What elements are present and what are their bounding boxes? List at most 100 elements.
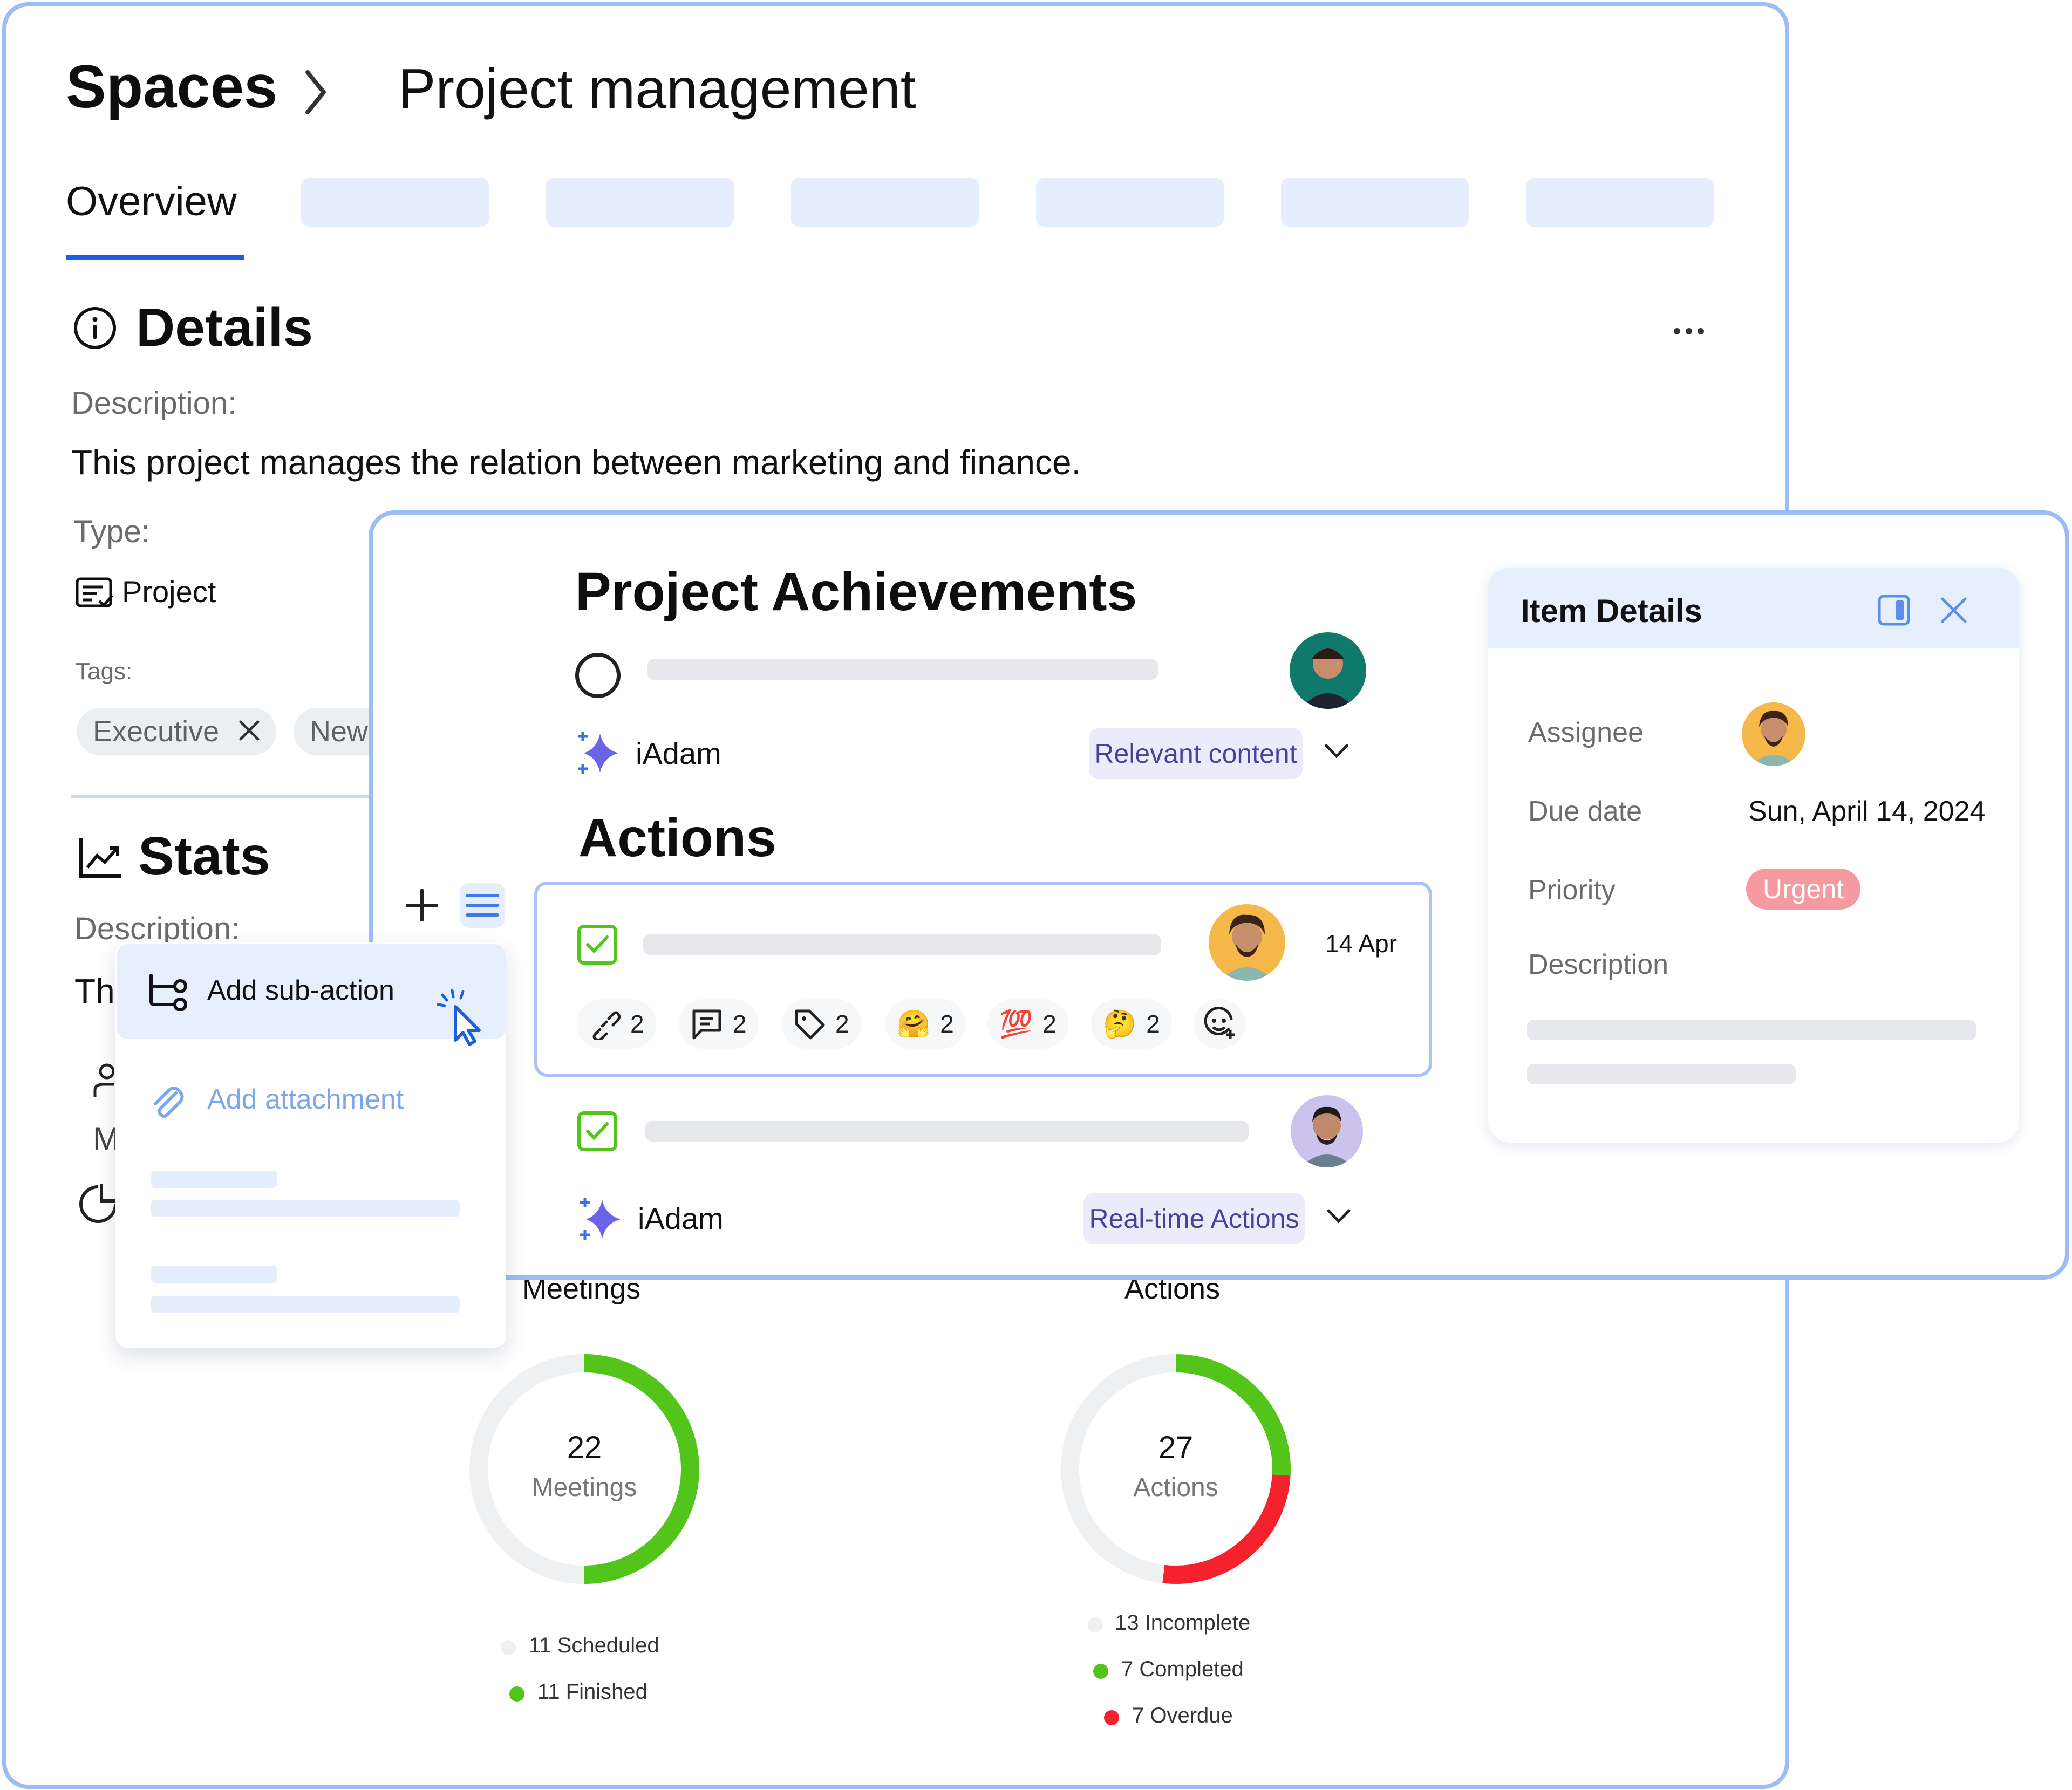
item-details-panel — [1488, 568, 2019, 1143]
hundred-points-emoji-icon: 💯 — [999, 1008, 1033, 1039]
actions-donut-chart — [1061, 1354, 1291, 1584]
tags-label: Tags: — [76, 658, 133, 685]
tag-executive[interactable]: Executive — [77, 708, 276, 755]
add-icon[interactable] — [405, 889, 439, 924]
achievement-status-circle[interactable] — [575, 653, 621, 698]
menu-placeholder — [151, 1171, 277, 1188]
check-icon — [586, 935, 609, 954]
tab-placeholder[interactable] — [1281, 178, 1469, 227]
cursor-click-icon — [436, 988, 482, 1049]
real-time-actions-tag[interactable]: Real-time Actions — [1083, 1193, 1305, 1244]
description-placeholder — [1527, 1064, 1796, 1084]
tag-label: Executive — [93, 715, 220, 748]
chevron-down-icon[interactable] — [1324, 743, 1349, 762]
assistant-name: iAdam — [636, 736, 721, 770]
priority-badge[interactable]: Urgent — [1746, 869, 1860, 910]
add-reaction-button[interactable] — [1194, 999, 1245, 1049]
description-text: This project manages the relation betwee… — [71, 443, 1081, 482]
paperclip-icon — [150, 1085, 185, 1123]
page-title: Project management — [398, 58, 916, 120]
legend-overdue: 7 Overdue — [1132, 1704, 1233, 1727]
achievement-text-placeholder — [648, 659, 1158, 680]
legend-dot-finished — [509, 1686, 524, 1702]
avatar-assignee-2[interactable] — [1209, 904, 1285, 981]
donut-segment-incomplete — [1061, 1354, 1176, 1583]
assistant-name: iAdam — [638, 1201, 724, 1235]
assignee-avatar[interactable] — [1742, 702, 1805, 766]
reaction-hugging-chip[interactable]: 🤗 2 — [885, 999, 966, 1049]
actions-total: 27 — [1158, 1430, 1194, 1465]
type-value: Project — [122, 575, 216, 609]
info-icon — [72, 305, 118, 353]
reaction-hundred-chip[interactable]: 💯 2 — [987, 999, 1068, 1049]
action-text-placeholder — [643, 934, 1161, 955]
tag-icon — [795, 1009, 825, 1040]
ai-sparkle-icon — [575, 730, 621, 778]
stats-description-text: Th — [74, 972, 115, 1010]
legend-scheduled: 11 Scheduled — [529, 1634, 659, 1657]
relevant-content-tag[interactable]: Relevant content — [1089, 728, 1303, 779]
achievements-title: Project Achievements — [575, 562, 1137, 622]
remove-tag-icon[interactable] — [237, 719, 261, 745]
comment-icon — [692, 1009, 721, 1040]
tags-chip[interactable]: 2 — [781, 999, 861, 1049]
chip-count: 2 — [630, 1010, 644, 1038]
list-icon — [466, 894, 499, 917]
menu-placeholder — [151, 1200, 460, 1217]
due-date-label: Due date — [1528, 796, 1642, 827]
description-placeholder — [1527, 1020, 1976, 1040]
chip-count: 2 — [940, 1010, 954, 1038]
action-text-placeholder — [645, 1121, 1249, 1142]
chip-count: 2 — [733, 1010, 747, 1038]
tab-placeholder[interactable] — [1036, 178, 1224, 227]
tab-placeholder[interactable] — [1526, 178, 1714, 227]
type-label: Type: — [73, 514, 150, 549]
legend-dot-incomplete — [1088, 1617, 1103, 1632]
panel-toggle-icon[interactable] — [1878, 595, 1910, 628]
legend-finished: 11 Finished — [537, 1680, 648, 1704]
close-icon[interactable] — [1940, 597, 1967, 626]
tab-placeholder[interactable] — [546, 178, 734, 227]
section-divider — [71, 795, 373, 798]
menu-item-label: Add sub-action — [207, 975, 394, 1006]
legend-incomplete: 13 Incomplete — [1115, 1611, 1251, 1635]
legend-completed: 7 Completed — [1121, 1657, 1244, 1681]
project-type-icon — [76, 577, 114, 612]
tab-active-underline — [66, 255, 244, 260]
donut-segment-scheduled — [469, 1354, 585, 1584]
tab-placeholder[interactable] — [791, 178, 979, 227]
stats-description-label: Description: — [74, 911, 240, 946]
tab-placeholder[interactable] — [301, 178, 489, 227]
action-due-date: 14 Apr — [1325, 930, 1397, 958]
ai-sparkle-icon — [577, 1197, 623, 1245]
legend-dot-scheduled — [501, 1640, 516, 1655]
item-details-title: Item Details — [1521, 593, 1702, 629]
due-date-value[interactable]: Sun, April 14, 2024 — [1748, 795, 1985, 828]
chevron-down-icon[interactable] — [1326, 1208, 1351, 1227]
chevron-right-icon — [302, 68, 329, 119]
links-chip[interactable]: 2 — [576, 999, 656, 1049]
action-checkbox-checked[interactable] — [577, 1111, 617, 1151]
comments-chip[interactable]: 2 — [679, 999, 759, 1049]
list-view-button[interactable] — [460, 883, 505, 928]
tab-overview[interactable]: Overview — [66, 178, 237, 225]
branch-icon — [148, 973, 189, 1014]
action-checkbox-checked[interactable] — [577, 925, 617, 965]
chart-line-icon — [78, 836, 123, 882]
avatar-assignee-1[interactable] — [1290, 632, 1366, 709]
actions-title: Actions — [578, 808, 776, 868]
menu-item-add-attachment[interactable]: Add attachment — [207, 1083, 404, 1116]
more-options-icon[interactable] — [1672, 326, 1706, 339]
meetings-total-label: Meetings — [531, 1473, 637, 1502]
description-label: Description — [1528, 949, 1669, 980]
breadcrumb-root[interactable]: Spaces — [66, 52, 277, 121]
details-title: Details — [136, 297, 313, 358]
chip-count: 2 — [835, 1010, 849, 1038]
tag-label: New — [310, 715, 369, 748]
reaction-thinking-chip[interactable]: 🤔 2 — [1091, 999, 1172, 1049]
avatar-assignee-3[interactable] — [1291, 1095, 1363, 1167]
meetings-donut-chart — [469, 1354, 699, 1584]
chip-count: 2 — [1042, 1010, 1057, 1038]
meetings-total: 22 — [567, 1430, 602, 1465]
action-item-selected[interactable] — [534, 882, 1432, 1077]
